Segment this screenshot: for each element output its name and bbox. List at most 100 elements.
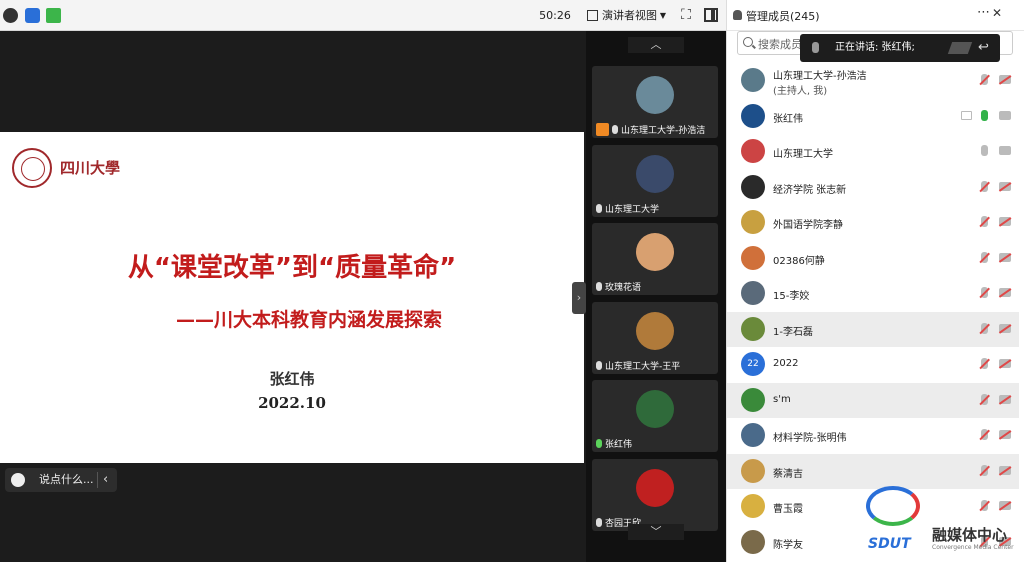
camera-icon[interactable]: [999, 323, 1011, 333]
video-tile[interactable]: 山东理工大学-孙浩洁: [592, 66, 718, 138]
chevron-left-icon[interactable]: ‹: [103, 468, 108, 492]
info-icon[interactable]: [3, 8, 18, 23]
member-row[interactable]: 1-李石磊: [727, 311, 1019, 347]
chat-input[interactable]: 说点什么... ‹: [5, 468, 117, 492]
layout-toggle-icon[interactable]: [704, 8, 718, 22]
chat-placeholder: 说点什么...: [39, 473, 94, 486]
microphone-icon[interactable]: [981, 180, 988, 192]
search-placeholder: 搜索成员: [758, 38, 802, 51]
participant-avatar: [636, 155, 674, 193]
camera-icon[interactable]: [999, 146, 1011, 155]
participant-avatar: [636, 390, 674, 428]
member-row[interactable]: s'm: [727, 382, 1019, 418]
microphone-icon: [596, 204, 602, 213]
collapse-strip-button[interactable]: ›: [572, 282, 586, 314]
video-tile-label: 山东理工大学-孙浩洁: [596, 123, 705, 136]
camera-icon[interactable]: [999, 465, 1011, 475]
member-row[interactable]: 02386何静: [727, 241, 1019, 277]
member-name: 材料学院-张明伟: [773, 433, 847, 444]
microphone-icon[interactable]: [981, 429, 988, 440]
screen-share-icon[interactable]: [961, 110, 972, 120]
member-name: 蔡清吉: [773, 468, 803, 480]
participant-avatar: [636, 312, 674, 350]
participant-name: 山东理工大学-王平: [605, 362, 681, 372]
video-tile-label: 玫瑰花语: [596, 280, 641, 293]
signal-icon[interactable]: [46, 8, 61, 23]
fullscreen-icon[interactable]: ⛶: [678, 7, 694, 23]
microphone-icon: [612, 125, 618, 134]
video-tile[interactable]: 玫瑰花语: [592, 223, 718, 295]
member-avatar: [741, 316, 765, 341]
member-row[interactable]: 张红伟: [727, 99, 1019, 135]
camera-icon[interactable]: [999, 359, 1011, 368]
presentation-slide: 四川大學 从“课堂改革”到“质量革命” ——川大本科教育内涵发展探索 张红伟 2…: [0, 132, 584, 463]
view-mode-dropdown[interactable]: 演讲者视图 ▼: [582, 5, 670, 26]
microphone-icon[interactable]: [981, 251, 988, 263]
close-icon[interactable]: ✕: [992, 6, 1002, 20]
speaking-indicator: 正在讲话: 张红伟; ↩: [800, 34, 1000, 62]
slide-author: 张红伟: [269, 370, 315, 388]
watermark-name-en: Convergence Media Center: [932, 544, 1014, 551]
member-panel: 管理成员(245) ⋯ ✕ 搜索成员 正在讲话: 张红伟; ↩ 山东理工大学-孙…: [726, 0, 1024, 562]
video-tile[interactable]: 山东理工大学-王平: [592, 302, 718, 374]
microphone-icon[interactable]: [981, 464, 988, 476]
camera-icon[interactable]: [999, 430, 1011, 439]
camera-icon[interactable]: [999, 75, 1011, 84]
microphone-icon[interactable]: [981, 74, 988, 85]
video-tile-label: 山东理工大学: [596, 202, 659, 215]
video-tile[interactable]: 杏园王欣: [592, 459, 718, 531]
video-tile[interactable]: 张红伟: [592, 380, 718, 452]
participant-name: 山东理工大学: [605, 205, 660, 215]
shared-screen-area: 四川大學 从“课堂改革”到“质量革命” ——川大本科教育内涵发展探索 张红伟 2…: [0, 31, 586, 562]
member-avatar: [741, 139, 765, 163]
slide-subtitle: ——川大本科教育内涵发展探索: [176, 309, 443, 331]
microphone-icon[interactable]: [981, 322, 988, 334]
camera-icon[interactable]: [999, 217, 1011, 226]
member-row[interactable]: 山东理工大学: [727, 134, 1019, 170]
chevron-up-icon[interactable]: ︿: [628, 37, 684, 53]
microphone-icon[interactable]: [981, 358, 988, 369]
microphone-icon: [596, 518, 602, 527]
video-tile[interactable]: 山东理工大学: [592, 145, 718, 217]
shield-icon[interactable]: [25, 8, 40, 23]
microphone-icon[interactable]: [981, 393, 988, 405]
microphone-icon[interactable]: [981, 287, 988, 298]
university-logo-text: 四川大學: [60, 159, 121, 177]
microphone-icon[interactable]: [981, 109, 988, 121]
camera-icon[interactable]: [999, 394, 1011, 404]
watermark-brand: SDUT: [868, 536, 911, 552]
member-row[interactable]: 外国语学院李静: [727, 205, 1019, 241]
chevron-down-icon[interactable]: ﹀: [628, 524, 684, 540]
microphone-icon: [596, 282, 602, 291]
sdut-logo-icon: [866, 486, 920, 526]
member-row[interactable]: 经济学院 张志新: [727, 170, 1019, 206]
microphone-icon: [596, 361, 602, 370]
camera-icon[interactable]: [999, 288, 1011, 297]
reply-icon[interactable]: ↩: [978, 34, 989, 62]
host-icon: [596, 123, 609, 136]
panel-title: 管理成员(245): [746, 10, 820, 23]
member-row[interactable]: 22 2022: [727, 347, 1019, 383]
top-toolbar: 50:26 演讲者视图 ▼ ⛶: [0, 0, 726, 31]
microphone-icon[interactable]: [981, 216, 988, 227]
member-name: 经济学院 张志新: [773, 184, 847, 196]
emoji-icon[interactable]: [11, 473, 25, 487]
more-icon[interactable]: ⋯: [977, 5, 990, 20]
speaking-text: 正在讲话: 张红伟;: [835, 42, 915, 53]
member-row[interactable]: 材料学院-张明伟: [727, 418, 1019, 454]
watermark-name: 融媒体中心: [932, 526, 1008, 544]
video-tile-label: 山东理工大学-王平: [596, 359, 680, 372]
camera-icon[interactable]: [999, 181, 1011, 191]
camera-icon[interactable]: [999, 110, 1011, 120]
search-icon: [743, 37, 753, 47]
member-role: (主持人, 我): [773, 86, 828, 97]
participant-name: 玫瑰花语: [605, 283, 642, 293]
member-row[interactable]: 山东理工大学-孙浩洁 (主持人, 我): [727, 63, 1019, 99]
slide-date: 2022.10: [258, 394, 326, 412]
microphone-icon[interactable]: [981, 145, 988, 156]
member-name: 2022: [773, 358, 799, 369]
chevron-down-icon: ▼: [659, 11, 666, 20]
watermark: SDUT 融媒体中心 Convergence Media Center: [862, 484, 1022, 558]
member-row[interactable]: 15-李姣: [727, 276, 1019, 312]
camera-icon[interactable]: [999, 252, 1011, 262]
